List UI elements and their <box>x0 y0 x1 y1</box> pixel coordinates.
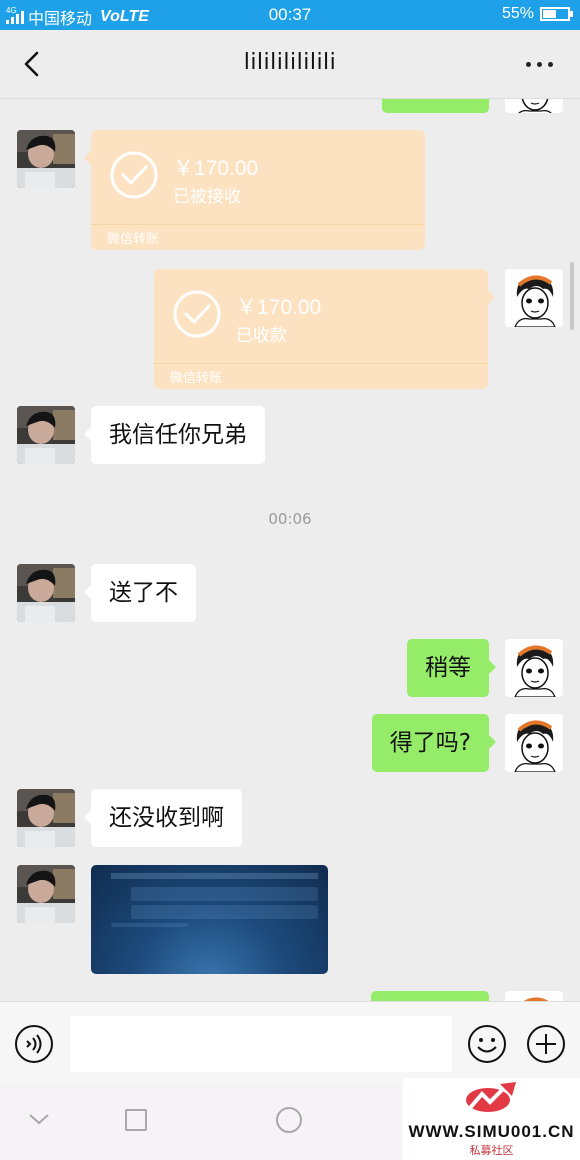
avatar-self[interactable] <box>505 269 563 327</box>
emoji-icon[interactable] <box>467 1024 507 1064</box>
message-text: 还没收到啊 <box>109 805 224 831</box>
chat-header: lilililililili <box>0 30 580 99</box>
plus-circle-icon[interactable] <box>526 1024 566 1064</box>
message-bubble-outgoing[interactable] <box>382 99 496 113</box>
avatar-self[interactable] <box>505 99 563 113</box>
avatar-contact[interactable] <box>17 564 75 622</box>
check-circle-icon <box>110 151 158 199</box>
battery-icon <box>540 7 573 21</box>
watermark-subtitle: 私募社区 <box>469 1144 514 1157</box>
scrollbar[interactable] <box>570 262 574 330</box>
image-content <box>111 873 318 879</box>
avatar-self[interactable] <box>505 639 563 697</box>
message-list[interactable]: ￥170.00 已被接收 微信转账 ￥170.00 已收款 微信转账 我信任你兄… <box>0 99 580 1001</box>
check-circle-icon <box>173 290 221 338</box>
transfer-amount: ￥170.00 <box>236 296 322 319</box>
transfer-card-outgoing[interactable]: ￥170.00 已收款 微信转账 <box>154 269 495 389</box>
battery-percent: 55% <box>501 5 534 22</box>
voice-icon[interactable] <box>14 1024 54 1064</box>
nav-recent-icon[interactable] <box>276 1107 302 1133</box>
message-text: 我信任你兄弟 <box>109 422 247 448</box>
status-bar: 4G 中国移动 VoLTE 00:37 55% <box>0 0 580 30</box>
nav-home-icon[interactable] <box>125 1109 147 1131</box>
watermark-site: WWW.SIMU001.CN <box>408 1122 575 1141</box>
transfer-footer: 微信转账 <box>107 232 160 247</box>
message-bubble-incoming[interactable]: 还没收到啊 <box>84 789 242 847</box>
avatar-contact[interactable] <box>17 789 75 847</box>
avatar-contact[interactable] <box>17 130 75 188</box>
message-text: 送了不 <box>109 580 178 606</box>
message-bubble-outgoing[interactable]: 稍等 <box>407 639 496 697</box>
avatar-self[interactable] <box>505 714 563 772</box>
transfer-divider <box>154 363 488 364</box>
message-bubble-incoming[interactable]: 送了不 <box>84 564 196 622</box>
message-text: 稍等 <box>425 655 471 681</box>
battery-fill <box>543 10 556 18</box>
image-content <box>131 887 318 901</box>
message-bubble-outgoing[interactable] <box>371 991 489 1001</box>
transfer-divider <box>91 224 425 225</box>
message-input[interactable] <box>70 1016 452 1072</box>
image-content <box>131 905 318 919</box>
avatar-contact[interactable] <box>17 865 75 923</box>
message-bubble-outgoing[interactable]: 得了吗? <box>371 714 497 772</box>
transfer-amount: ￥170.00 <box>173 157 259 180</box>
transfer-status: 已被接收 <box>173 187 241 207</box>
input-bar <box>0 1001 580 1084</box>
status-time: 00:37 <box>268 5 312 24</box>
avatar-contact[interactable] <box>17 406 75 464</box>
transfer-status: 已收款 <box>236 326 287 346</box>
message-text: 得了吗? <box>389 730 471 756</box>
image-content <box>111 923 188 927</box>
watermark: WWW.SIMU001.CN 私募社区 <box>403 1078 580 1160</box>
avatar-self[interactable] <box>505 991 563 1001</box>
status-right: 55% <box>501 5 573 23</box>
more-dots-icon[interactable] <box>522 50 558 78</box>
message-timestamp: 00:06 <box>268 510 312 528</box>
nav-back-icon[interactable] <box>28 1111 50 1127</box>
transfer-footer: 微信转账 <box>170 371 223 386</box>
watermark-logo-icon <box>466 1082 516 1112</box>
message-bubble-incoming[interactable]: 我信任你兄弟 <box>84 406 265 464</box>
chat-title: lilililililili <box>243 50 337 75</box>
image-message[interactable] <box>91 865 328 974</box>
transfer-card-incoming[interactable]: ￥170.00 已被接收 微信转账 <box>84 130 425 250</box>
